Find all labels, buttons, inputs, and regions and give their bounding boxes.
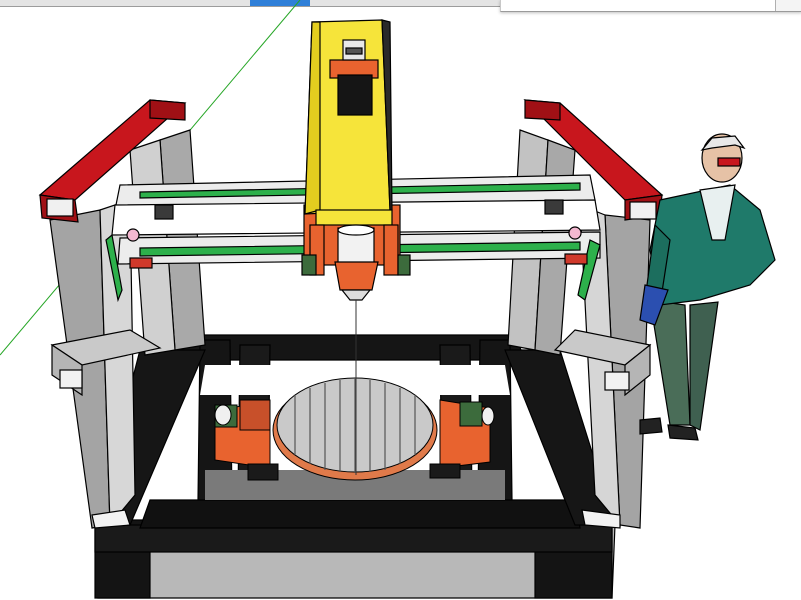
cnc-model-drawing	[0, 0, 776, 599]
sketchup-viewport[interactable]	[0, 0, 801, 600]
left-column	[38, 99, 206, 529]
human-scale-figure	[639, 133, 776, 441]
